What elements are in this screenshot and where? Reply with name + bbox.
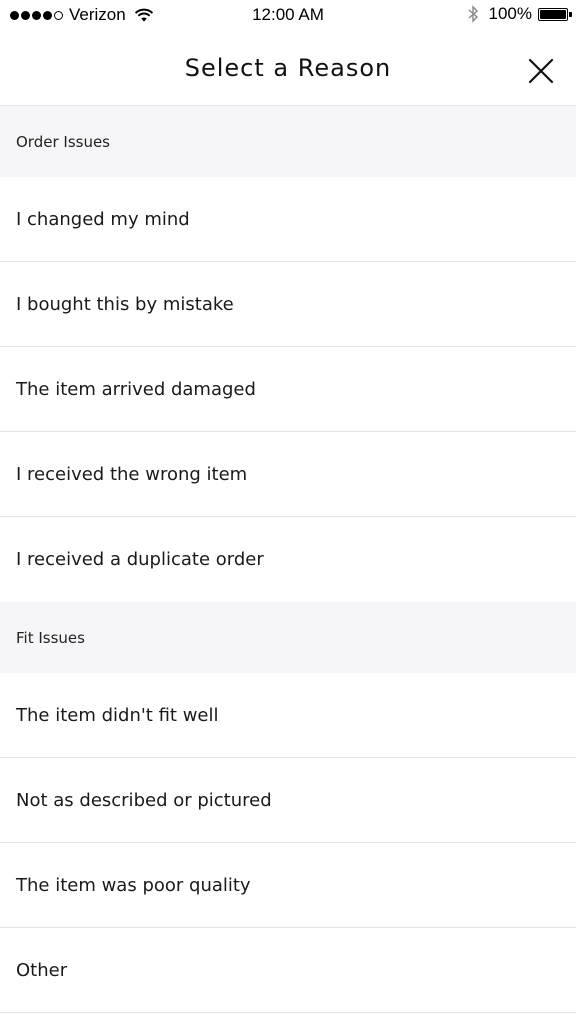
reason-duplicate-order[interactable]: I received a duplicate order (0, 517, 576, 602)
bluetooth-icon (468, 5, 478, 23)
status-bar: Verizon 12:00 AM 100% (0, 0, 576, 30)
section-header-order-issues: Order Issues (0, 106, 576, 177)
reason-arrived-damaged[interactable]: The item arrived damaged (0, 347, 576, 432)
status-right: 100% (467, 4, 572, 24)
battery-percentage: 100% (488, 4, 532, 23)
reason-bought-by-mistake[interactable]: I bought this by mistake (0, 262, 576, 347)
page-title: Select a Reason (184, 54, 392, 82)
reason-poor-quality[interactable]: The item was poor quality (0, 843, 576, 928)
reason-didnt-fit[interactable]: The item didn't fit well (0, 673, 576, 758)
reason-changed-mind[interactable]: I changed my mind (0, 177, 576, 262)
reason-wrong-item[interactable]: I received the wrong item (0, 432, 576, 517)
section-header-fit-issues: Fit Issues (0, 602, 576, 673)
reason-other[interactable]: Other (0, 928, 576, 1013)
close-icon[interactable] (526, 56, 556, 86)
reason-list: Order Issues I changed my mind I bought … (0, 106, 576, 1013)
navigation-bar: Select a Reason (0, 30, 576, 106)
battery-icon (538, 7, 572, 21)
reason-not-as-described[interactable]: Not as described or pictured (0, 758, 576, 843)
